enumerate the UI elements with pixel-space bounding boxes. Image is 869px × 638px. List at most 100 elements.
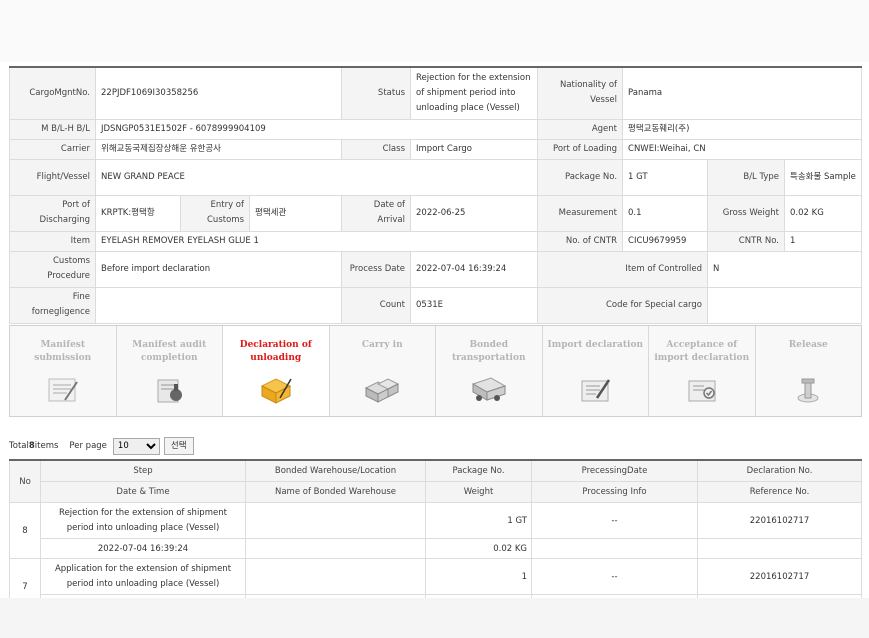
port-discharging-label: Port of Discharging [9, 194, 96, 232]
step-label: Manifest submission [34, 340, 92, 363]
item-value: EYELASH REMOVER EYELASH GLUE 1 [94, 230, 539, 252]
row-processing-info [531, 538, 698, 559]
controlled-value: N [707, 250, 863, 288]
folder-icon [248, 373, 304, 407]
header-processing-date: PrecessingDate [531, 459, 698, 482]
measurement-value: 0.1 [622, 194, 709, 232]
select-button[interactable]: 선택 [163, 437, 194, 455]
customs-procedure-label: Customs Procedure [9, 250, 96, 288]
process-date-label: Process Date [341, 250, 412, 288]
truck-icon [461, 373, 517, 407]
step-release[interactable]: Release [755, 326, 861, 416]
carrier-label: Carrier [9, 138, 96, 160]
table-row: 2022-07-04 16:39:24 0.02 KG [10, 538, 862, 559]
header-declaration: Declaration No. [697, 459, 862, 482]
header-bonded: Bonded Warehouse/Location [245, 459, 426, 482]
entry-customs-value: 평택세관 [248, 194, 343, 232]
row-step: Rejection for the extension of shipment … [40, 502, 246, 539]
row-package: 1 [425, 558, 532, 595]
row-datetime: 2022-07-04 16:39:24 [40, 538, 246, 559]
step-label: Release [788, 340, 828, 350]
special-cargo-value [707, 286, 863, 324]
step-acceptance-of-import-declaration[interactable]: Acceptance of import declaration [649, 326, 756, 416]
cargo-mgnt-no-label: CargoMgntNo. [9, 66, 96, 120]
step-label: Declaration of unloading [239, 340, 312, 363]
row-warehouse-name [245, 538, 426, 559]
port-loading-value: CNWEI:Weihai, CN [622, 138, 863, 160]
fine-value [94, 286, 343, 324]
step-label: Carry in [361, 340, 403, 350]
row-no: 8 [9, 502, 41, 559]
row-processing-date: -- [531, 558, 698, 595]
bl-type-label: B/L Type [707, 158, 786, 196]
gross-weight-value: 0.02 KG [784, 194, 863, 232]
process-date-value: 2022-07-04 16:39:24 [410, 250, 539, 288]
step-declaration-of-unloading[interactable]: Declaration of unloading [223, 326, 330, 416]
fine-label: Fine fornegligence [9, 286, 96, 324]
step-label: Bonded transportation [452, 340, 526, 363]
agent-label: Agent [537, 118, 624, 140]
step-carry-in[interactable]: Carry in [329, 326, 436, 416]
count-value: 0531E [410, 286, 539, 324]
total-suffix: items [34, 441, 59, 451]
header-weight: Weight [425, 481, 532, 503]
step-import-declaration[interactable]: Import declaration [542, 326, 649, 416]
flight-value: NEW GRAND PEACE [94, 158, 539, 196]
agent-value: 평택교동훼리(주) [622, 118, 863, 140]
status-value: Rejection for the extension of shipment … [410, 66, 539, 120]
header-datetime: Date & Time [40, 481, 246, 503]
table-row: 8 Rejection for the extension of shipmen… [9, 502, 862, 559]
date-arrival-value: 2022-06-25 [410, 194, 539, 232]
status-label: Status [341, 66, 412, 120]
row-declaration: 22016102717 [697, 558, 862, 595]
row-declaration: 22016102717 [697, 502, 862, 539]
clipboard-icon [35, 373, 91, 407]
step-manifest-audit-completion[interactable]: Manifest audit completion [116, 326, 223, 416]
row-package: 1 GT [425, 502, 532, 539]
header-reference: Reference No. [697, 481, 862, 503]
header-no: No [9, 459, 41, 503]
list-controls: Total 8 items Per page 10 선택 [9, 437, 194, 455]
cntr-no-label: No. of CNTR [537, 230, 624, 252]
per-page-label: Per page [69, 441, 107, 451]
row-processing-date: -- [531, 502, 698, 539]
mbl-label: M B/L-H B/L [9, 118, 96, 140]
date-arrival-label: Date of Arrival [341, 194, 412, 232]
class-label: Class [341, 138, 412, 160]
header-package: Package No. [425, 459, 532, 482]
progress-steps: Manifest submission Manifest audit compl… [9, 325, 862, 417]
row-bonded [245, 558, 426, 595]
boxes-icon [354, 373, 410, 407]
item-label: Item [9, 230, 96, 252]
package-label: Package No. [537, 158, 624, 196]
cntr-count-value: 1 [784, 230, 863, 252]
mbl-value: JDSNGP0531E1502F - 6078999904109 [94, 118, 539, 140]
step-manifest-submission[interactable]: Manifest submission [10, 326, 117, 416]
cntr-count-label: CNTR No. [707, 230, 786, 252]
header-processing-info: Processing Info [531, 481, 698, 503]
class-value: Import Cargo [410, 138, 539, 160]
release-icon [780, 373, 836, 407]
header-warehouse-name: Name of Bonded Warehouse [245, 481, 426, 503]
cntr-no-value: CICU9679959 [622, 230, 709, 252]
bl-type-value: 특송화물 Sample [784, 158, 863, 196]
step-bonded-transportation[interactable]: Bonded transportation [436, 326, 543, 416]
row-reference [697, 538, 862, 559]
measurement-label: Measurement [537, 194, 624, 232]
port-discharging-value: KRPTK:평택항 [95, 194, 181, 232]
row-step: Application for the extension of shipmen… [40, 558, 246, 595]
step-label: Acceptance of import declaration [654, 340, 750, 363]
nationality-value: Panama [622, 66, 863, 120]
cargo-mgnt-no-value: 22PJDF1069I30358256 [94, 66, 343, 120]
step-label: Manifest audit completion [132, 340, 207, 363]
table-row: 7 Application for the extension of shipm… [9, 558, 862, 615]
cargo-info-table: CargoMgntNo. 22PJDF1069I30358256 Status … [9, 66, 863, 324]
bottom-band [0, 598, 869, 638]
entry-customs-label: Entry of Customs [180, 194, 250, 232]
stamp-icon [141, 373, 197, 407]
per-page-select[interactable]: 10 [112, 437, 160, 455]
gross-weight-label: Gross Weight [707, 194, 786, 232]
special-cargo-label: Code for Special cargo [537, 286, 709, 324]
row-weight: 0.02 KG [425, 538, 532, 559]
header-step: Step [40, 459, 246, 482]
